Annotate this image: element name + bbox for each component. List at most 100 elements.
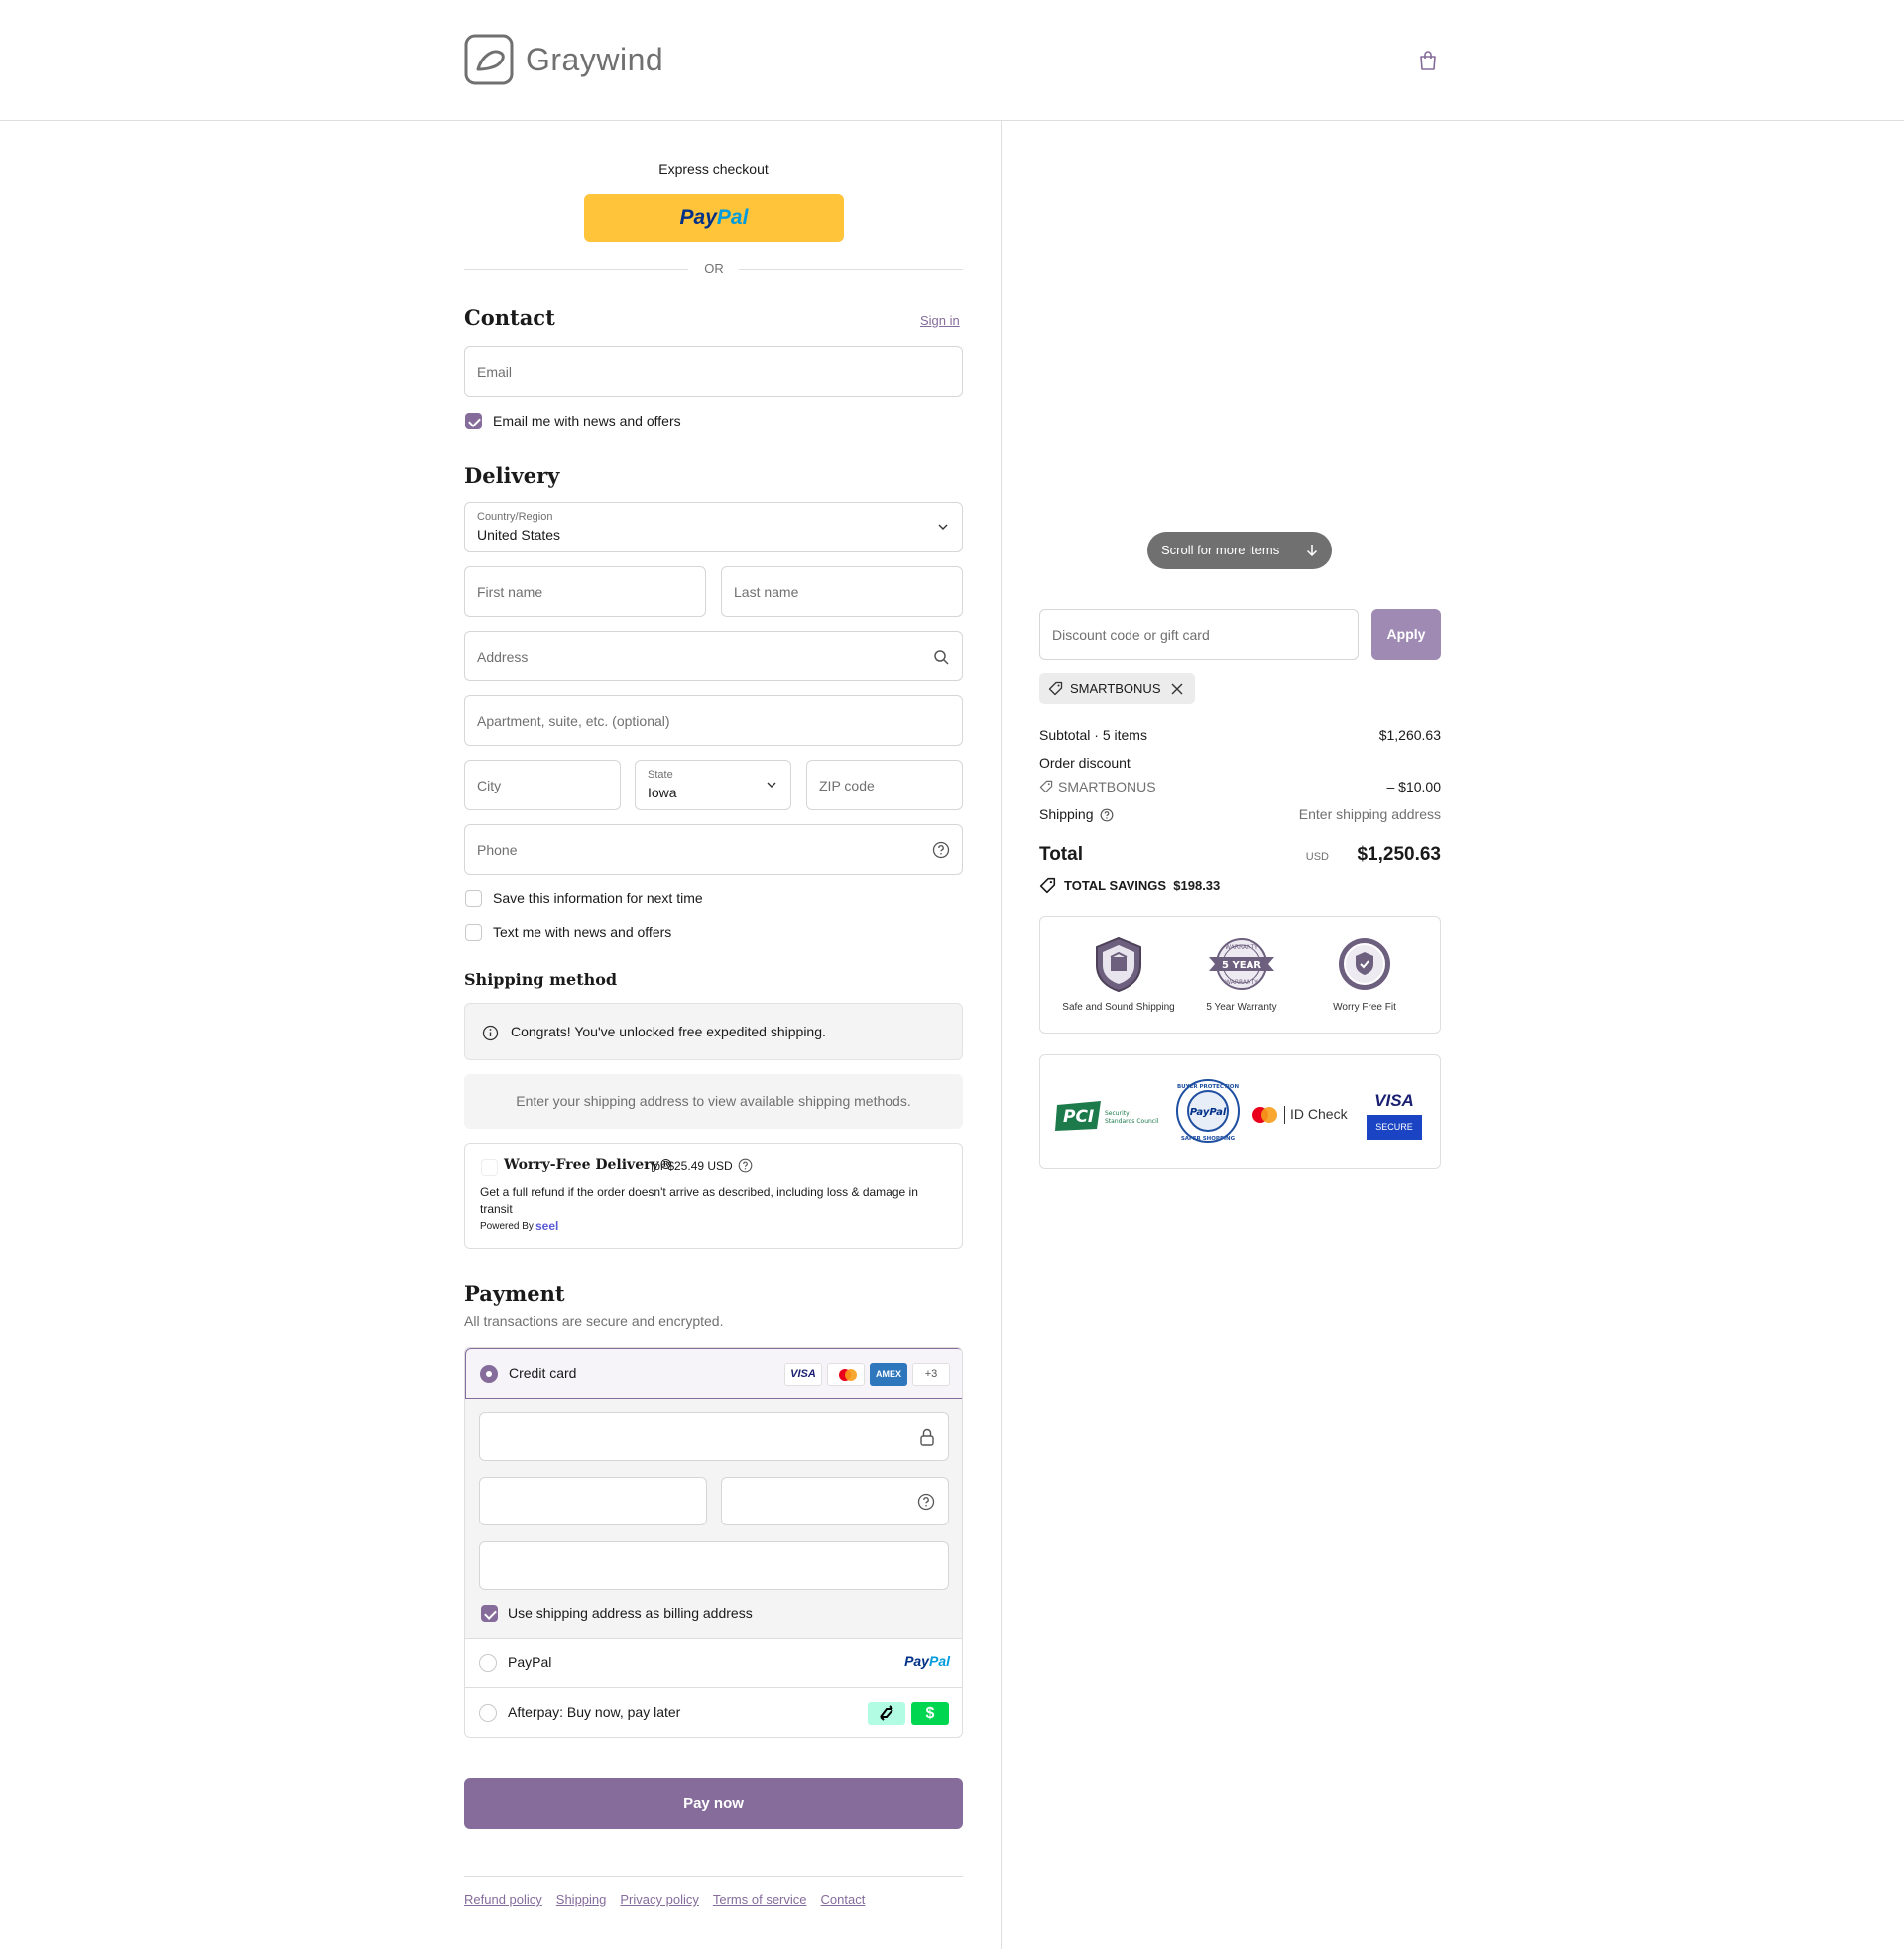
- scroll-hint[interactable]: Scroll for more items: [1147, 532, 1332, 569]
- quantity-badge: 1: [1088, 566, 1108, 586]
- last-name-field[interactable]: Last name: [721, 566, 963, 617]
- product-price: $286.23: [1390, 368, 1441, 384]
- lock-icon: [920, 1428, 934, 1446]
- svg-text:PCI: PCI: [1063, 1107, 1094, 1127]
- product-variant: The Nile: [1119, 412, 1159, 424]
- first-name-field[interactable]: First name: [464, 566, 706, 617]
- pay-now-button[interactable]: Pay now: [464, 1778, 963, 1829]
- apartment-field[interactable]: Apartment, suite, etc. (optional): [464, 695, 963, 746]
- tag-icon: [1119, 224, 1131, 237]
- credit-card-option[interactable]: Credit card VISA AMEX +3: [465, 1348, 962, 1399]
- footer-link[interactable]: Privacy policy: [620, 1892, 698, 1907]
- footer-link[interactable]: Terms of service: [713, 1892, 807, 1907]
- text-news-checkbox[interactable]: [465, 924, 482, 941]
- discount-tag: SMARTBONUS: [1039, 673, 1195, 704]
- discount-input[interactable]: Discount code or gift card: [1039, 609, 1359, 660]
- brand-logo[interactable]: Graywind: [464, 34, 663, 85]
- subtotal-value: $1,260.63: [1378, 727, 1441, 743]
- card-cvv-field[interactable]: [721, 1477, 949, 1525]
- credit-card-radio[interactable]: [480, 1365, 498, 1383]
- billing-same-label: Use shipping address as billing address: [508, 1605, 753, 1621]
- logo-icon: [464, 34, 514, 85]
- paypal-express-button[interactable]: PayPal: [584, 194, 844, 242]
- cash-app-icon: $: [911, 1702, 949, 1725]
- order-discount-row: Order discount: [1039, 755, 1441, 771]
- order-item: 1 Graywind Motorized Printed Roller Shade…: [1039, 256, 1441, 345]
- close-icon[interactable]: [1171, 683, 1183, 695]
- paypal-option[interactable]: PayPal PayPal: [465, 1639, 962, 1688]
- card-expiry-field[interactable]: [479, 1477, 707, 1525]
- badge-warranty-label: 5 Year Warranty: [1206, 1002, 1277, 1013]
- zip-field[interactable]: ZIP code: [806, 760, 963, 810]
- info-icon: [482, 1025, 499, 1041]
- product-discount: AUTO-TIER-13% (-$42.76): [1119, 427, 1267, 440]
- column-divider: [1001, 121, 1002, 1949]
- email-field[interactable]: Email: [464, 346, 963, 397]
- product-price: $147.90: [1390, 277, 1441, 293]
- badge-safe-shipping-label: Safe and Sound Shipping: [1062, 1002, 1175, 1013]
- product-discount-text: AUTO-TIER-13% (-$38.87): [1136, 224, 1268, 237]
- site-header: Graywind: [0, 0, 1904, 121]
- email-news-checkbox[interactable]: [465, 413, 482, 429]
- seal-icon: [1339, 938, 1390, 990]
- shopping-bag-icon[interactable]: [1416, 49, 1440, 72]
- quantity-badge: 1: [1088, 342, 1108, 362]
- svg-text:Standards Council: Standards Council: [1105, 1118, 1158, 1125]
- quantity-badge: 1: [1088, 160, 1108, 180]
- city-placeholder: City: [477, 778, 502, 793]
- or-divider-right: [739, 269, 963, 270]
- city-field[interactable]: City: [464, 760, 621, 810]
- visa-secure-logo: VISA SECURE: [1367, 1091, 1422, 1141]
- footer-link[interactable]: Contact: [821, 1892, 866, 1907]
- paypal-radio[interactable]: [479, 1654, 497, 1672]
- billing-same-checkbox[interactable]: [481, 1605, 498, 1622]
- afterpay-radio[interactable]: [479, 1704, 497, 1722]
- worry-free-powered: Powered By: [480, 1221, 534, 1232]
- svg-text:SAFER SHOPPING: SAFER SHOPPING: [1181, 1136, 1236, 1142]
- product-name: Graywind Motorized Smart Curtain with Ro…: [1119, 349, 1361, 407]
- or-divider-left: [464, 269, 688, 270]
- product-image: [1039, 571, 1102, 591]
- card-number-field[interactable]: [479, 1412, 949, 1461]
- paypal-label: PayPal: [508, 1654, 552, 1670]
- state-label: State: [648, 769, 673, 781]
- order-discount-label: Order discount: [1039, 755, 1130, 771]
- tag-icon: [1039, 780, 1053, 793]
- svg-text:WARRANTY: WARRANTY: [1225, 979, 1258, 986]
- or-label: OR: [704, 261, 724, 276]
- svg-text:5 YEAR: 5 YEAR: [1222, 960, 1261, 971]
- amex-icon: AMEX: [870, 1363, 907, 1386]
- help-circle-icon[interactable]: [932, 841, 950, 859]
- product-price: $286.23: [1390, 480, 1441, 496]
- address-field[interactable]: Address: [464, 631, 963, 681]
- free-shipping-text: Congrats! You've unlocked free expedited…: [511, 1024, 826, 1039]
- sign-in-link[interactable]: Sign in: [920, 313, 960, 328]
- footer-links: Refund policy Shipping Privacy policy Terms…: [464, 1892, 865, 1907]
- save-info-checkbox[interactable]: [465, 890, 482, 907]
- pci-logo: PCI Security Standards Council: [1055, 1099, 1159, 1138]
- state-select[interactable]: State Iowa: [635, 760, 791, 810]
- help-circle-icon[interactable]: [738, 1158, 753, 1173]
- product-variant: Nature-Seascape: [1119, 300, 1204, 311]
- apply-button[interactable]: Apply: [1371, 609, 1441, 660]
- help-circle-icon[interactable]: [1100, 808, 1114, 822]
- payment-heading: Payment: [464, 1281, 565, 1306]
- country-label: Country/Region: [477, 511, 553, 523]
- order-item: 1 Graywind Smart Vertical Blinds | Light …: [1039, 165, 1441, 254]
- card-form: Use shipping address as billing address: [465, 1399, 962, 1639]
- footer-link[interactable]: Refund policy: [464, 1892, 542, 1907]
- help-circle-icon[interactable]: [917, 1493, 935, 1511]
- quantity-badge: 1: [1088, 251, 1108, 271]
- phone-field[interactable]: Phone: [464, 824, 963, 875]
- badge-safe-shipping: Safe and Sound Shipping: [1057, 935, 1180, 1013]
- discount-placeholder: Discount code or gift card: [1052, 627, 1210, 643]
- country-select[interactable]: Country/Region United States: [464, 502, 963, 552]
- footer-link[interactable]: Shipping: [556, 1892, 607, 1907]
- phone-placeholder: Phone: [477, 842, 518, 858]
- save-info-label: Save this information for next time: [493, 890, 703, 906]
- worry-free-checkbox[interactable]: [481, 1159, 498, 1176]
- product-original-price: $328.99: [1401, 461, 1441, 473]
- total-currency: USD: [1305, 851, 1329, 863]
- card-name-field[interactable]: [479, 1541, 949, 1590]
- afterpay-option[interactable]: Afterpay: Buy now, pay later $: [465, 1688, 962, 1737]
